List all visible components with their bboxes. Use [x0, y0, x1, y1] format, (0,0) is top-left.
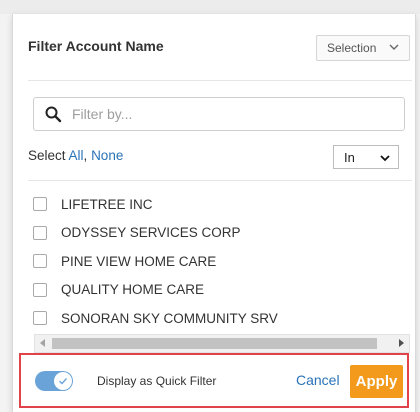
- list-item-label: LIFETREE INC: [61, 196, 153, 212]
- apply-button[interactable]: Apply: [350, 365, 403, 398]
- list-item-label: ODYSSEY SERVICES CORP: [61, 225, 241, 241]
- list-item[interactable]: PINE VIEW HOME CARE: [33, 247, 411, 276]
- checkbox[interactable]: [33, 282, 47, 297]
- panel-title: Filter Account Name: [28, 38, 164, 54]
- checkbox[interactable]: [33, 254, 47, 269]
- list-item[interactable]: SONORAN SKY COMMUNITY SRV: [33, 304, 411, 333]
- select-all-link[interactable]: All: [69, 148, 84, 163]
- quick-filter-toggle[interactable]: [35, 371, 73, 391]
- backdrop-strip: [0, 0, 420, 14]
- select-none-link[interactable]: None: [91, 148, 123, 163]
- checkbox[interactable]: [33, 197, 47, 212]
- select-separator: ,: [83, 148, 92, 163]
- search-icon: [45, 106, 62, 123]
- list-item[interactable]: QUALITY HOME CARE: [33, 276, 411, 305]
- list-item[interactable]: LIFETREE INC: [33, 190, 411, 219]
- select-prefix: Select: [28, 148, 69, 163]
- select-links: Select All, None: [28, 148, 123, 163]
- list-item[interactable]: ODYSSEY SERVICES CORP: [33, 219, 411, 248]
- search-box[interactable]: [33, 97, 405, 131]
- horizontal-scrollbar[interactable]: [34, 334, 410, 353]
- footer-actions: Display as Quick Filter Cancel Apply: [19, 353, 409, 408]
- check-icon: [59, 378, 68, 385]
- cancel-button[interactable]: Cancel: [296, 372, 340, 388]
- mode-select[interactable]: Selection: [316, 35, 410, 61]
- divider: [28, 180, 412, 181]
- scroll-left-arrow-icon[interactable]: [40, 339, 45, 347]
- list-item-label: SONORAN SKY COMMUNITY SRV: [61, 310, 278, 326]
- list-item-label: PINE VIEW HOME CARE: [61, 253, 217, 269]
- checkbox[interactable]: [33, 225, 47, 240]
- chevron-down-icon: [380, 155, 390, 162]
- scroll-right-arrow-icon[interactable]: [399, 339, 404, 347]
- list-item-label: QUALITY HOME CARE: [61, 282, 205, 298]
- quick-filter-label: Display as Quick Filter: [97, 374, 217, 388]
- chevron-down-icon: [389, 44, 399, 50]
- operator-value: In: [344, 149, 355, 165]
- toggle-knob: [54, 372, 72, 390]
- account-list: LIFETREE INC ODYSSEY SERVICES CORP PINE …: [33, 190, 411, 333]
- mode-select-value: Selection: [327, 41, 377, 55]
- operator-select[interactable]: In: [333, 145, 399, 169]
- scrollbar-thumb[interactable]: [52, 338, 377, 349]
- search-input[interactable]: [70, 105, 374, 123]
- checkbox[interactable]: [33, 311, 47, 326]
- divider: [28, 80, 412, 81]
